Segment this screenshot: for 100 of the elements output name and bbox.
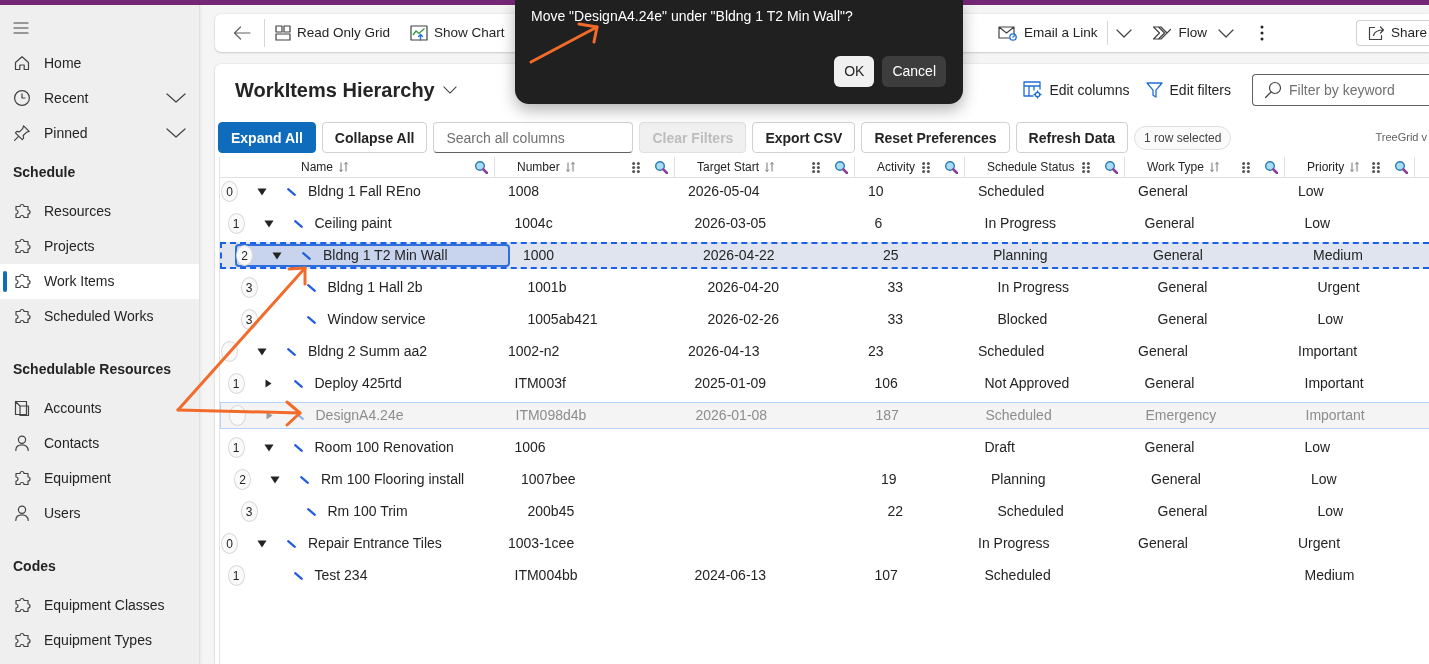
sidebar-item[interactable]: Accounts [0, 390, 199, 426]
caret-down-icon[interactable] [257, 539, 267, 548]
search-icon[interactable] [654, 160, 668, 174]
caret-down-icon[interactable] [257, 187, 267, 196]
caret-down-icon[interactable] [270, 475, 280, 484]
sidebar-item[interactable]: Projects [0, 228, 199, 264]
table-cell: Important [1298, 343, 1358, 359]
sidebar-item[interactable]: Resources [0, 193, 199, 229]
toolbar-button[interactable]: Export CSV [752, 122, 856, 153]
toolbar-button[interactable]: Reset Preferences [861, 122, 1010, 153]
table-cell: 1005ab421 [527, 311, 598, 327]
drag-handle-icon[interactable] [1372, 161, 1380, 173]
toolbar-button[interactable]: Collapse All [321, 122, 428, 153]
drag-handle-icon[interactable] [922, 161, 930, 173]
drag-handle-icon[interactable] [1242, 161, 1250, 173]
caret-down-icon[interactable] [263, 443, 274, 452]
box-icon [13, 399, 31, 417]
sidebar-item[interactable]: Equipment Classes [0, 587, 199, 623]
toolbar-button[interactable]: Refresh Data [1015, 122, 1128, 153]
toolbar-button[interactable]: Flow [1142, 17, 1244, 49]
table-cell: Low [1311, 471, 1337, 487]
toolbar-button[interactable]: Edit filters [1137, 74, 1239, 106]
search-icon[interactable] [944, 160, 958, 174]
caret-down-icon[interactable] [257, 347, 267, 356]
toolbar-button[interactable]: Expand All [218, 122, 316, 153]
chevron-down-icon[interactable] [166, 128, 186, 138]
chart-icon [410, 25, 429, 41]
search-field[interactable]: Search all columns [433, 122, 634, 153]
table-cell: 2026-02-26 [707, 311, 780, 327]
puzzle-icon [13, 272, 31, 290]
table-cell: Medium [1304, 567, 1355, 583]
sort-icon[interactable] [1209, 162, 1219, 172]
chevron-down-icon[interactable] [1116, 28, 1133, 38]
sort-icon[interactable] [1350, 162, 1360, 172]
table-settings-icon [1023, 81, 1043, 99]
sidebar-item[interactable]: Scheduled Works [0, 298, 199, 334]
drag-handle-icon[interactable] [632, 161, 640, 173]
table-cell: 1003-1cee [508, 535, 575, 551]
sidebar-item[interactable]: Users [0, 495, 199, 531]
table-cell: ITM004bb [514, 567, 578, 583]
sidebar-item[interactable]: Work Items [0, 263, 199, 299]
chevron-down-icon[interactable] [442, 86, 457, 94]
selected-row[interactable]: 2 Bldng 1 T2 Min Wall 1000 2026-04-22 25 Planning General Medium [220, 242, 1429, 269]
toolbar-button[interactable]: Edit columns [1015, 74, 1138, 106]
sidebar-item[interactable]: Home [0, 45, 199, 81]
pencil-icon [293, 443, 303, 452]
column-header[interactable]: Target Start [697, 158, 760, 176]
pencil-icon [287, 539, 296, 548]
search-icon[interactable] [474, 160, 488, 174]
sidebar-item[interactable]: Pinned [0, 115, 199, 151]
caret-down-icon[interactable] [272, 251, 282, 260]
caret-right-icon[interactable] [265, 379, 272, 388]
toolbar-button[interactable]: Read Only Grid [265, 17, 401, 49]
table-cell-text: Bldng 1 T2 Min Wall [323, 246, 448, 265]
toolbar-button[interactable]: Email a Link [987, 17, 1108, 49]
view-title[interactable]: WorkItems Hierarchy [235, 75, 435, 105]
column-header[interactable]: Work Type [1147, 158, 1204, 176]
level-badge: 1 [227, 373, 245, 394]
search-icon[interactable] [1104, 160, 1118, 174]
drag-handle-icon[interactable] [812, 161, 820, 173]
table-cell-text: Window service [327, 310, 426, 329]
drag-handle-icon[interactable] [1082, 161, 1090, 173]
search-icon[interactable] [1394, 160, 1408, 174]
table-cell: General [1138, 535, 1188, 551]
sidebar-item[interactable]: Recent [0, 80, 199, 116]
table-cell: 1000 [523, 247, 555, 263]
cancel-button[interactable]: Cancel [882, 56, 946, 87]
sort-icon[interactable] [339, 162, 348, 172]
column-header[interactable]: Number [517, 158, 560, 176]
more-icon[interactable] [1259, 25, 1264, 41]
search-icon[interactable] [1264, 160, 1278, 174]
table-cell: General [1138, 343, 1188, 359]
sidebar-item[interactable]: Contacts [0, 425, 199, 461]
filter-field[interactable]: Filter by keyword [1252, 74, 1429, 106]
share-icon [1367, 25, 1385, 41]
table-cell: 1006 [514, 439, 546, 455]
focused-cell[interactable]: 2 Bldng 1 T2 Min Wall [235, 244, 510, 267]
share-button[interactable]: Share [1355, 20, 1429, 46]
table-cell: Scheduled [984, 567, 1051, 583]
search-icon[interactable] [834, 160, 848, 174]
table-cell: 1002-n2 [508, 343, 560, 359]
column-header[interactable]: Name [301, 158, 333, 176]
column-header[interactable]: Activity [877, 158, 915, 176]
sidebar-item[interactable]: Equipment Types [0, 622, 199, 658]
sort-icon[interactable] [565, 162, 575, 172]
table-cell: Draft [984, 439, 1015, 455]
sort-icon[interactable] [765, 162, 775, 172]
pencil-icon [293, 379, 303, 388]
column-header[interactable]: Priority [1307, 158, 1345, 176]
chevron-down-icon[interactable] [166, 93, 186, 103]
caret-down-icon[interactable] [263, 219, 274, 228]
toolbar-button[interactable]: Show Chart [400, 17, 515, 49]
table-cell: 23 [868, 343, 884, 359]
column-header[interactable]: Schedule Status [987, 158, 1075, 176]
back-icon[interactable] [233, 26, 251, 40]
sidebar-item[interactable]: Equipment [0, 460, 199, 496]
table-cell: 33 [887, 279, 904, 295]
ok-button[interactable]: OK [834, 56, 875, 87]
table-cell: 2026-01-08 [695, 407, 768, 423]
table-cell: Blocked [997, 311, 1048, 327]
